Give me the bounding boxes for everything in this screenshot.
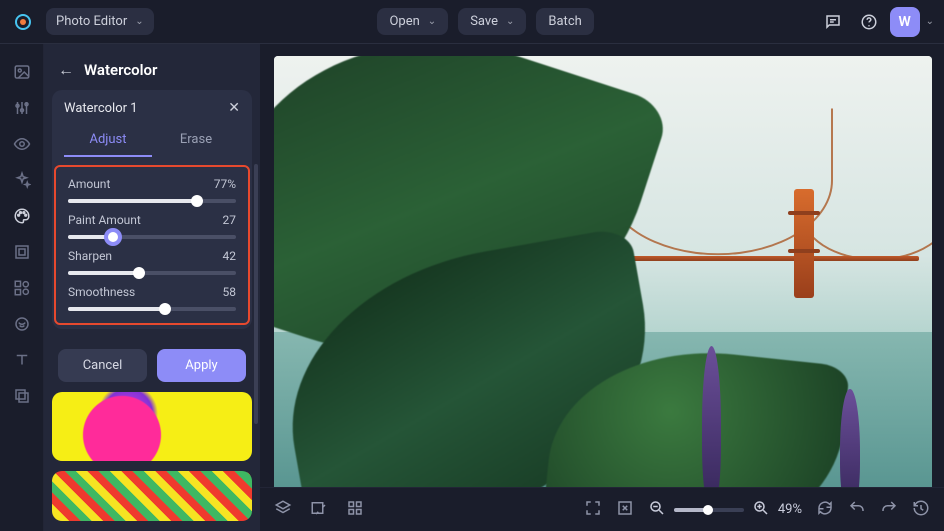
- refresh-icon[interactable]: [816, 499, 834, 521]
- frame-tool-icon[interactable]: [8, 238, 36, 266]
- fullscreen-icon[interactable]: [584, 499, 602, 521]
- adjust-tool-icon[interactable]: [8, 94, 36, 122]
- layers-icon[interactable]: [274, 499, 292, 521]
- palette-tool-icon[interactable]: [8, 202, 36, 230]
- tab-adjust[interactable]: Adjust: [64, 124, 152, 157]
- slider-smooth-track[interactable]: [68, 307, 236, 311]
- chevron-down-icon[interactable]: ⌄: [926, 16, 934, 27]
- elements-tool-icon[interactable]: [8, 274, 36, 302]
- sparkle-tool-icon[interactable]: [8, 166, 36, 194]
- eye-tool-icon[interactable]: [8, 130, 36, 158]
- slider-amount-track[interactable]: [68, 199, 236, 203]
- chevron-down-icon: ⌄: [506, 16, 514, 27]
- back-button[interactable]: ←: [58, 60, 74, 80]
- chevron-down-icon: ⌄: [428, 16, 436, 27]
- app-switcher-label: Photo Editor: [56, 14, 127, 29]
- save-button[interactable]: Save⌄: [458, 8, 526, 35]
- effect-tabs: Adjust Erase: [54, 124, 250, 157]
- zoom-in-icon[interactable]: [752, 499, 770, 521]
- zoom-out-icon[interactable]: [648, 499, 666, 521]
- slider-paint-track[interactable]: [68, 235, 236, 239]
- bottombar: 49%: [260, 487, 944, 531]
- fit-icon[interactable]: [616, 499, 634, 521]
- batch-button[interactable]: Batch: [536, 8, 593, 35]
- effect-panel: ← Watercolor Watercolor 1 ✕ Adjust Erase…: [44, 44, 260, 531]
- zoom-value: 49%: [778, 502, 802, 517]
- effect-card-title: Watercolor 1: [64, 101, 138, 116]
- panel-title: Watercolor: [84, 61, 157, 79]
- topbar: Photo Editor ⌄ Open⌄ Save⌄ Batch W ⌄: [0, 0, 944, 44]
- undo-icon[interactable]: [848, 499, 866, 521]
- slider-sharpen: Sharpen42: [68, 249, 236, 275]
- slider-amount: Amount77%: [68, 177, 236, 203]
- retouch-tool-icon[interactable]: [8, 310, 36, 338]
- text-tool-icon[interactable]: [8, 346, 36, 374]
- compare-icon[interactable]: [310, 499, 328, 521]
- preset-thumb: [52, 471, 252, 521]
- slider-smoothness: Smoothness58: [68, 285, 236, 311]
- preset-watercolor-3[interactable]: [52, 471, 252, 521]
- preset-watercolor-2[interactable]: Watercolor 2: [52, 392, 252, 461]
- history-icon[interactable]: [912, 499, 930, 521]
- image-tool-icon[interactable]: [8, 58, 36, 86]
- panel-scrollbar[interactable]: [254, 164, 258, 424]
- cancel-button[interactable]: Cancel: [58, 349, 147, 382]
- apply-button[interactable]: Apply: [157, 349, 246, 382]
- tool-rail: [0, 44, 44, 531]
- effect-card: Watercolor 1 ✕ Adjust Erase Amount77% Pa…: [52, 90, 252, 329]
- sliders-highlight-box: Amount77% Paint Amount27 Sharpen42 Smoot…: [54, 165, 250, 325]
- open-button[interactable]: Open⌄: [377, 8, 448, 35]
- close-icon[interactable]: ✕: [228, 100, 240, 116]
- slider-paint-amount: Paint Amount27: [68, 213, 236, 239]
- preset-thumb: [52, 392, 252, 461]
- chevron-down-icon: ⌄: [135, 16, 143, 27]
- app-switcher[interactable]: Photo Editor ⌄: [46, 8, 154, 35]
- photo-preview: [274, 56, 932, 531]
- zoom-slider[interactable]: [674, 508, 744, 512]
- slider-sharpen-track[interactable]: [68, 271, 236, 275]
- canvas[interactable]: [274, 56, 932, 531]
- zoom-controls: 49%: [648, 499, 802, 521]
- feedback-icon[interactable]: [818, 7, 848, 37]
- topbar-center: Open⌄ Save⌄ Batch: [164, 8, 808, 35]
- app-logo[interactable]: [10, 9, 36, 35]
- avatar[interactable]: W: [890, 7, 920, 37]
- tab-erase[interactable]: Erase: [152, 124, 240, 157]
- topbar-right: W ⌄: [818, 7, 934, 37]
- layers-tool-icon[interactable]: [8, 382, 36, 410]
- grid-icon[interactable]: [346, 499, 364, 521]
- help-icon[interactable]: [854, 7, 884, 37]
- redo-icon[interactable]: [880, 499, 898, 521]
